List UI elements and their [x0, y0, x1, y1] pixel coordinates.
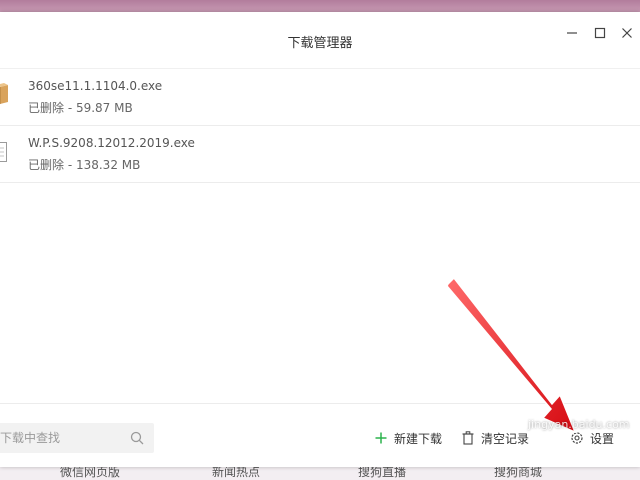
search-box [0, 423, 154, 453]
file-name[interactable]: W.P.S.9208.12012.2019.exe [28, 136, 195, 150]
browser-frame-strip [0, 0, 640, 12]
download-list: 360se11.1.1104.0.exe 已删除 - 59.87 MB W.P.… [0, 68, 640, 183]
plus-icon [374, 431, 388, 445]
clear-records-label: 清空记录 [481, 431, 530, 446]
file-icon [0, 139, 8, 165]
close-button[interactable] [618, 24, 636, 42]
maximize-button[interactable] [591, 24, 609, 42]
settings-label: 设置 [590, 431, 615, 446]
minimize-icon [567, 32, 577, 34]
trash-icon [461, 431, 475, 445]
file-name[interactable]: 360se11.1.1104.0.exe [28, 79, 162, 93]
settings-button[interactable]: 设置 [570, 429, 614, 447]
file-status: 已删除 - 138.32 MB [28, 158, 141, 172]
search-input[interactable] [0, 423, 120, 453]
new-download-button[interactable]: 新建下载 [374, 429, 442, 447]
close-icon [622, 28, 632, 38]
gear-icon [570, 431, 584, 445]
list-item[interactable]: W.P.S.9208.12012.2019.exe 已删除 - 138.32 M… [0, 126, 640, 183]
window-title: 下载管理器 [287, 36, 353, 51]
maximize-icon [594, 27, 606, 39]
title-bar: 下载管理器 [0, 12, 640, 68]
minimize-button[interactable] [563, 24, 581, 42]
list-item[interactable]: 360se11.1.1104.0.exe 已删除 - 59.87 MB [0, 68, 640, 126]
new-download-label: 新建下载 [394, 431, 443, 446]
search-icon[interactable] [130, 431, 144, 445]
package-icon [0, 82, 8, 108]
bottom-toolbar: 新建下载 清空记录 设置 [0, 403, 640, 468]
screen: 微信网页版 新闻热点 搜狗直播 搜狗商城 下载管理器 360se11.1.110… [0, 0, 640, 480]
download-manager-window: 下载管理器 360se11.1.1104.0.exe 已删除 - 59.87 M… [0, 12, 640, 467]
clear-records-button[interactable]: 清空记录 [461, 429, 529, 447]
file-status: 已删除 - 59.87 MB [28, 101, 133, 115]
